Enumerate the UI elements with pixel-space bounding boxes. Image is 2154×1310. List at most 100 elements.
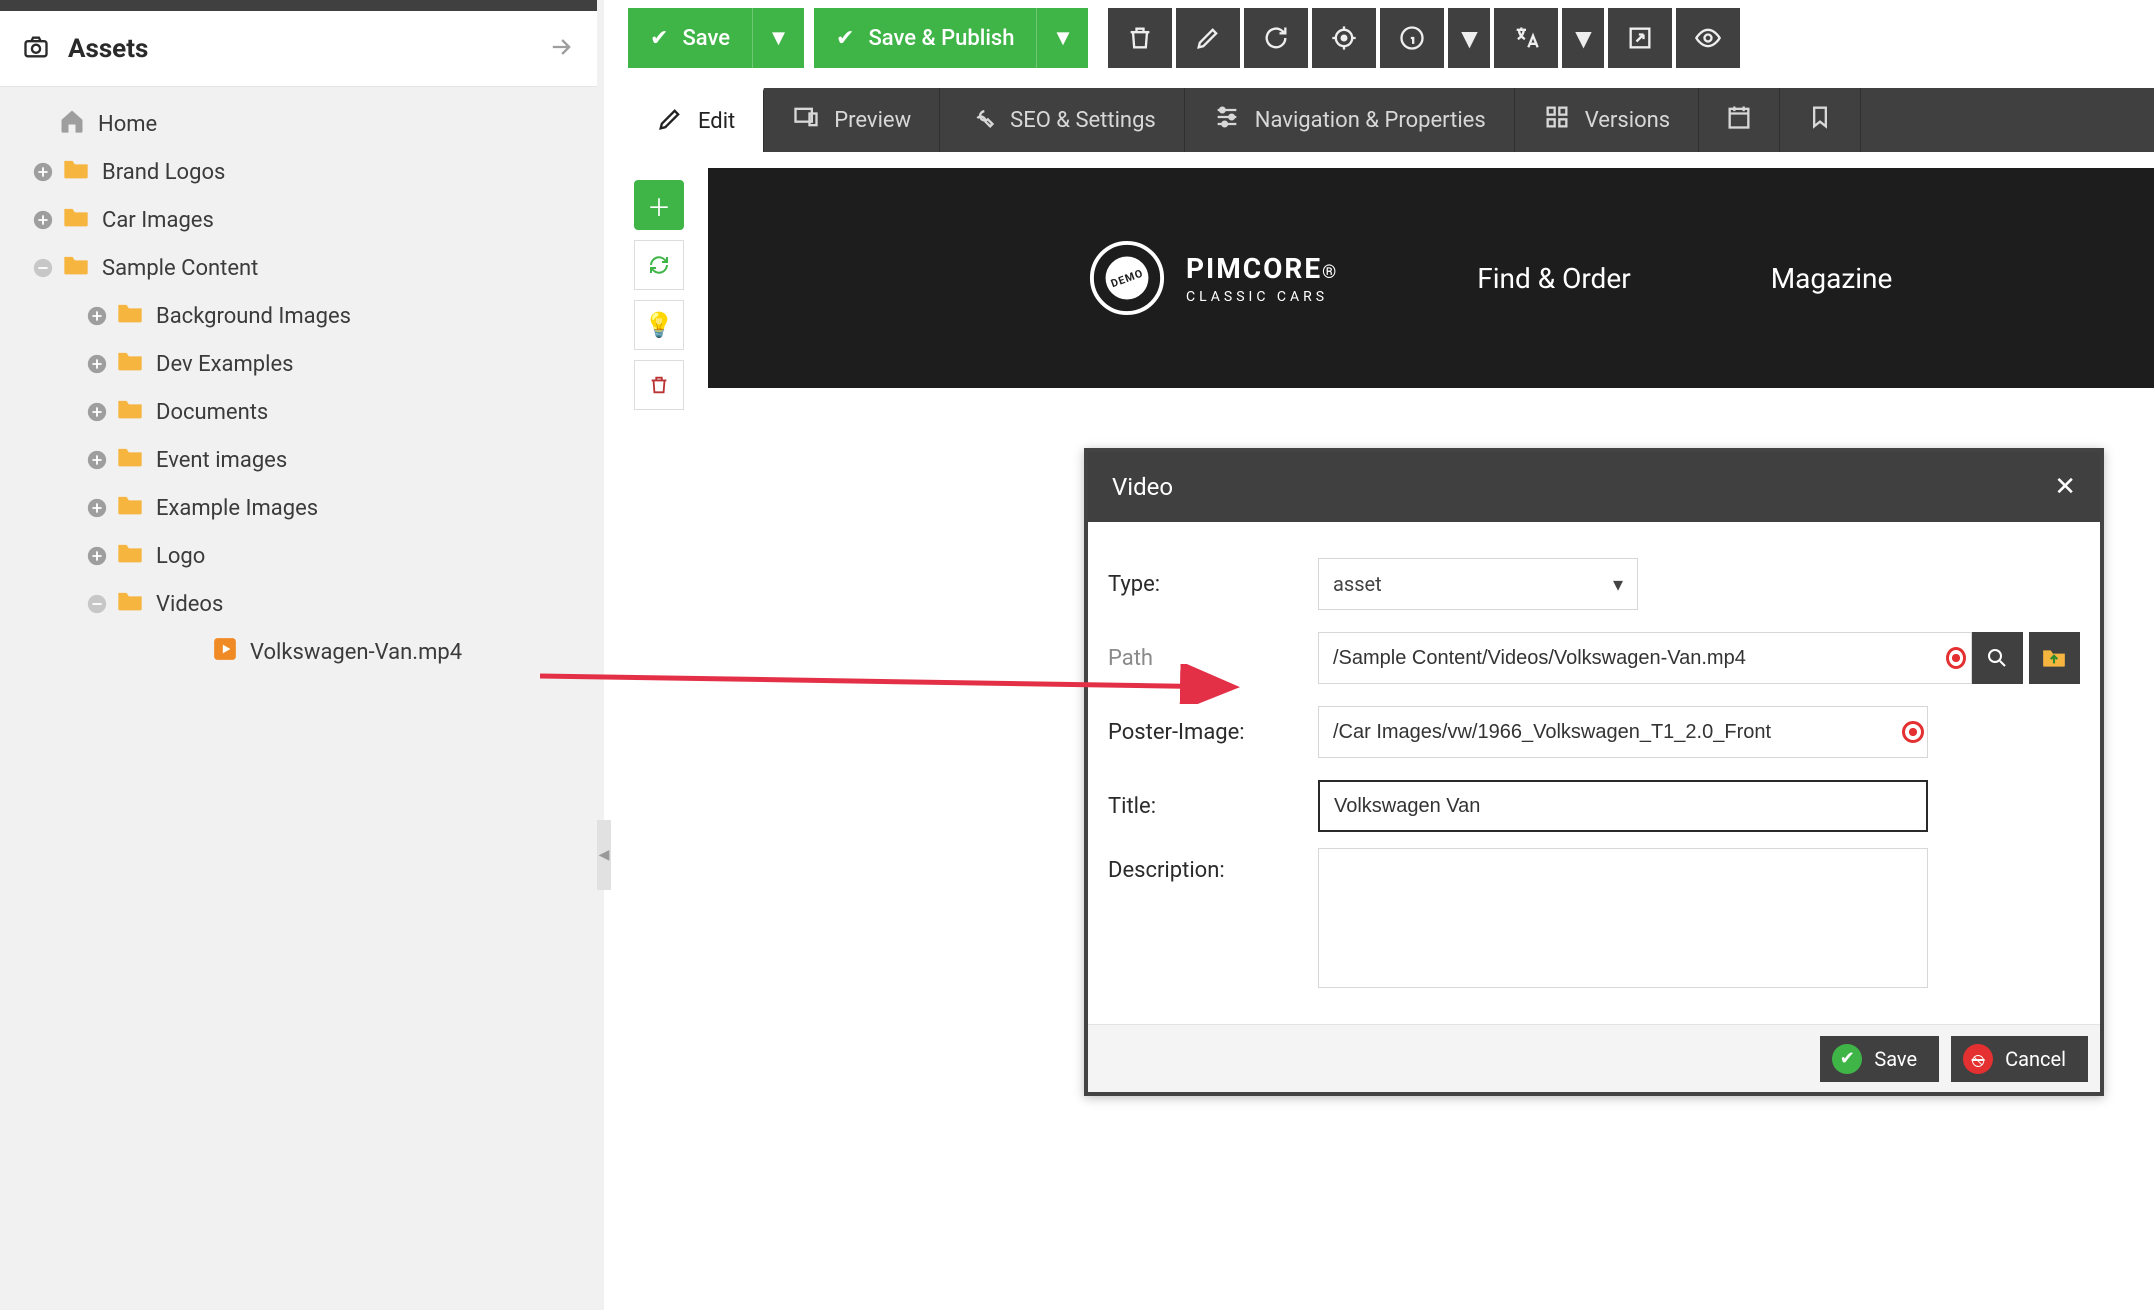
expand-icon[interactable] [82, 449, 112, 471]
translate-icon[interactable] [1494, 8, 1558, 68]
nav-magazine[interactable]: Magazine [1771, 262, 1893, 295]
delete-icon[interactable] [1108, 8, 1172, 68]
label-title: Title: [1108, 794, 1318, 819]
tab-nav-props[interactable]: Navigation & Properties [1185, 88, 1515, 152]
expand-icon[interactable] [82, 353, 112, 375]
dialog-save-label: Save [1874, 1047, 1917, 1071]
path-input[interactable] [1318, 632, 1972, 684]
dialog-cancel-button[interactable]: ⦸ Cancel [1951, 1036, 2088, 1082]
tree-item-example-images[interactable]: Example Images [0, 484, 597, 532]
add-block-button[interactable]: ＋ [634, 180, 684, 230]
title-input[interactable] [1318, 780, 1928, 832]
row-path: Path [1108, 626, 2080, 690]
check-circle-icon: ✔ [1832, 1044, 1862, 1074]
tree-item-background-images[interactable]: Background Images [0, 292, 597, 340]
visibility-icon[interactable] [1676, 8, 1740, 68]
label-description: Description: [1108, 848, 1318, 883]
expand-icon[interactable] [82, 401, 112, 423]
tab-schedule[interactable] [1699, 88, 1780, 152]
dialog-header[interactable]: Video ✕ [1088, 452, 2100, 522]
dialog-cancel-label: Cancel [2005, 1047, 2066, 1071]
tree-item-brand-logos[interactable]: Brand Logos [0, 148, 597, 196]
tree-home[interactable]: Home [0, 100, 597, 148]
expand-icon[interactable] [28, 209, 58, 231]
save-label: Save [682, 26, 730, 51]
trash-button[interactable] [634, 360, 684, 410]
wrench-icon [968, 103, 996, 137]
tree-item-event-images[interactable]: Event images [0, 436, 597, 484]
calendar-icon [1725, 103, 1753, 137]
idea-button[interactable]: 💡 [634, 300, 684, 350]
folder-icon [62, 205, 90, 235]
save-publish-label: Save & Publish [868, 26, 1014, 51]
tree-item-documents[interactable]: Documents [0, 388, 597, 436]
tab-versions[interactable]: Versions [1515, 88, 1699, 152]
check-icon: ✔ [650, 26, 668, 51]
collapse-icon[interactable] [82, 593, 112, 615]
tab-bookmark[interactable] [1780, 88, 1861, 152]
translate-dropdown[interactable]: ▼ [1562, 8, 1604, 68]
nav-find-order[interactable]: Find & Order [1477, 262, 1630, 295]
video-dialog: Video ✕ Type: asset ▾ Path [1084, 448, 2104, 1096]
expand-icon[interactable] [28, 161, 58, 183]
open-new-icon[interactable] [1608, 8, 1672, 68]
check-icon: ✔ [836, 26, 854, 51]
save-publish-button[interactable]: ✔ Save & Publish ▼ [814, 8, 1088, 68]
dialog-footer: ✔ Save ⦸ Cancel [1088, 1024, 2100, 1092]
rename-icon[interactable] [1176, 8, 1240, 68]
assets-header: Assets [0, 11, 597, 87]
expand-icon[interactable] [82, 305, 112, 327]
tree-item-volkswagen-van-mp4[interactable]: Volkswagen-Van.mp4 [0, 628, 597, 676]
versions-icon [1543, 103, 1571, 137]
save-button[interactable]: ✔ Save ▼ [628, 8, 804, 68]
collapse-arrow-icon[interactable] [547, 33, 575, 65]
devices-icon [792, 103, 820, 137]
tab-edit[interactable]: Edit [628, 88, 764, 152]
target-icon[interactable] [1312, 8, 1376, 68]
close-icon[interactable]: ✕ [2054, 472, 2076, 502]
home-icon [58, 107, 86, 141]
poster-input[interactable] [1318, 706, 1928, 758]
panel-top-accent [0, 0, 597, 11]
tree-item-label: Car Images [102, 208, 214, 233]
tree-item-dev-examples[interactable]: Dev Examples [0, 340, 597, 388]
tree-item-sample-content[interactable]: Sample Content [0, 244, 597, 292]
tree-item-car-images[interactable]: Car Images [0, 196, 597, 244]
description-textarea[interactable] [1318, 848, 1928, 988]
tree-item-label: Volkswagen-Van.mp4 [250, 640, 462, 665]
tree-item-videos[interactable]: Videos [0, 580, 597, 628]
path-upload-button[interactable] [2029, 632, 2080, 684]
brand-logo[interactable]: DEMO PIMCORE® CLASSIC CARS [1088, 239, 1337, 317]
toolbar-icon-group: ▼ ▼ [1108, 8, 1740, 68]
dialog-save-button[interactable]: ✔ Save [1820, 1036, 1939, 1082]
collapse-icon[interactable] [28, 257, 58, 279]
tree-item-label: Background Images [156, 304, 351, 329]
tab-preview[interactable]: Preview [764, 88, 940, 152]
refresh-button[interactable] [634, 240, 684, 290]
assets-title: Assets [68, 34, 148, 64]
save-dropdown[interactable]: ▼ [752, 8, 804, 68]
expand-icon[interactable] [82, 545, 112, 567]
save-publish-dropdown[interactable]: ▼ [1036, 8, 1088, 68]
tab-seo[interactable]: SEO & Settings [940, 88, 1185, 152]
video-file-icon [212, 636, 238, 668]
row-description: Description: [1108, 848, 2080, 988]
folder-icon [116, 445, 144, 475]
expand-icon[interactable] [82, 497, 112, 519]
row-type: Type: asset ▾ [1108, 552, 2080, 616]
type-select[interactable]: asset ▾ [1318, 558, 1638, 610]
folder-icon [116, 541, 144, 571]
tree-item-label: Event images [156, 448, 287, 473]
reload-icon[interactable] [1244, 8, 1308, 68]
folder-icon [116, 397, 144, 427]
brand-subtitle: CLASSIC CARS [1186, 289, 1337, 305]
info-icon[interactable] [1380, 8, 1444, 68]
row-title: Title: [1108, 774, 2080, 838]
folder-icon [116, 493, 144, 523]
dialog-title: Video [1112, 473, 1173, 501]
tree-item-logo[interactable]: Logo [0, 532, 597, 580]
tab-label: Navigation & Properties [1255, 108, 1486, 133]
path-search-button[interactable] [1972, 632, 2023, 684]
info-dropdown[interactable]: ▼ [1448, 8, 1490, 68]
top-toolbar: ✔ Save ▼ ✔ Save & Publish ▼ ▼ ▼ [628, 8, 1740, 68]
